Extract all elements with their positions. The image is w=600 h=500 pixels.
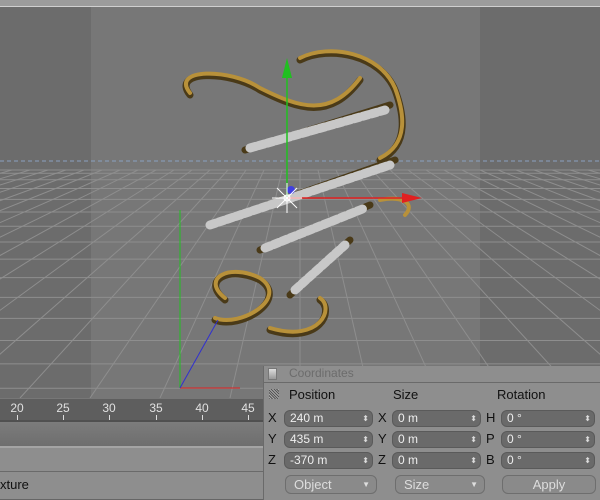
timeline-tick: 25 <box>56 401 70 415</box>
size-axis-label: X <box>378 410 387 425</box>
timeline-tick: 30 <box>102 401 116 415</box>
spinner-icon[interactable]: ⬍ <box>362 432 369 447</box>
panel-title: Coordinates <box>289 366 354 380</box>
field-value: 240 m <box>290 411 324 425</box>
rotation-field[interactable]: 0 ° ⬍ <box>501 431 595 448</box>
gizmo-z-handle[interactable] <box>287 186 295 194</box>
position-field[interactable]: 435 m ⬍ <box>284 431 373 448</box>
apply-button[interactable]: Apply <box>502 475 596 494</box>
spinner-icon[interactable]: ⬍ <box>470 411 477 426</box>
field-value: 0 m <box>398 411 419 425</box>
field-value: 435 m <box>290 432 324 446</box>
spinner-icon[interactable]: ⬍ <box>584 432 591 447</box>
dropdown-value: Size <box>404 477 430 492</box>
rotation-header: Rotation <box>497 387 546 402</box>
rotation-field[interactable]: 0 ° ⬍ <box>501 452 595 469</box>
viewport-scene <box>0 7 600 398</box>
grip-icon[interactable] <box>269 389 279 399</box>
top-bar <box>0 0 600 7</box>
coordinates-header: Coordinates <box>264 366 600 383</box>
material-tab-label[interactable]: xture <box>0 477 29 492</box>
field-value: 0 ° <box>507 453 522 467</box>
chevron-down-icon: ▼ <box>470 480 478 489</box>
size-field[interactable]: 0 m ⬍ <box>392 410 481 427</box>
coordinates-panel: Coordinates Position Size Rotation X 240 … <box>263 366 600 500</box>
field-value: 0 ° <box>507 432 522 446</box>
spinner-icon[interactable]: ⬍ <box>362 411 369 426</box>
size-header: Size <box>393 387 419 402</box>
field-value: 0 m <box>398 453 419 467</box>
panel-checkbox[interactable] <box>268 368 277 380</box>
field-value: 0 ° <box>507 411 522 425</box>
size-field[interactable]: 0 m ⬍ <box>392 452 481 469</box>
spinner-icon[interactable]: ⬍ <box>362 453 369 468</box>
position-axis-label: Y <box>268 431 277 446</box>
dropdown-value: Object <box>294 477 332 492</box>
timeline-tick: 20 <box>10 401 24 415</box>
3d-viewport[interactable] <box>0 7 600 398</box>
spinner-icon[interactable]: ⬍ <box>584 453 591 468</box>
position-axis-label: Z <box>268 452 276 467</box>
size-field[interactable]: 0 m ⬍ <box>392 431 481 448</box>
spinner-icon[interactable]: ⬍ <box>584 411 591 426</box>
rotation-axis-label: B <box>486 452 495 467</box>
rotation-axis-label: P <box>486 431 495 446</box>
size-axis-label: Y <box>378 431 387 446</box>
rotation-axis-label: H <box>486 410 496 425</box>
position-field[interactable]: 240 m ⬍ <box>284 410 373 427</box>
spinner-icon[interactable]: ⬍ <box>470 432 477 447</box>
chevron-down-icon: ▼ <box>362 480 370 489</box>
size-mode-dropdown[interactable]: Size ▼ <box>395 475 485 494</box>
field-value: -370 m <box>290 453 328 467</box>
timeline-tick: 35 <box>149 401 163 415</box>
timeline-tick: 45 <box>241 401 255 415</box>
rotation-field[interactable]: 0 ° ⬍ <box>501 410 595 427</box>
size-axis-label: Z <box>378 452 386 467</box>
position-header: Position <box>289 387 336 402</box>
position-axis-label: X <box>268 410 277 425</box>
spinner-icon[interactable]: ⬍ <box>470 453 477 468</box>
position-field[interactable]: -370 m ⬍ <box>284 452 373 469</box>
field-value: 0 m <box>398 432 419 446</box>
coordinate-mode-dropdown[interactable]: Object ▼ <box>285 475 377 494</box>
timeline-tick: 40 <box>195 401 209 415</box>
